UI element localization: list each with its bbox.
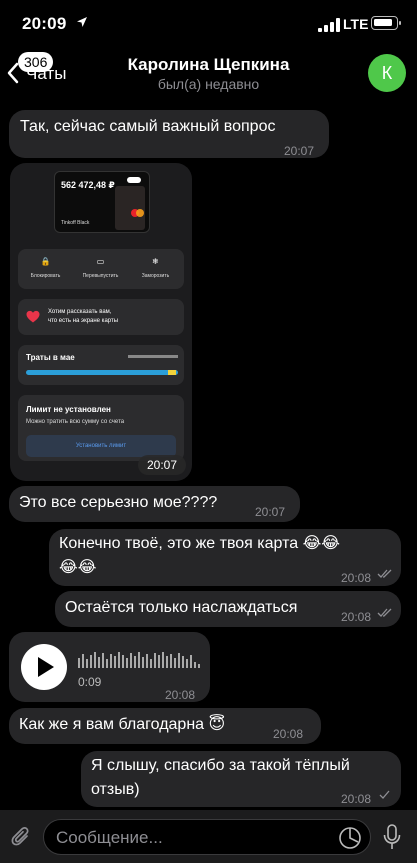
- chat-header: Чаты 306 Каролина Щепкина был(а) недавно…: [0, 48, 417, 100]
- message-time: 20:08: [273, 727, 304, 741]
- read-checkmarks-icon: [377, 569, 392, 578]
- heart-icon: [26, 310, 40, 323]
- lock-icon: 🔒: [40, 257, 51, 266]
- waveform: [78, 652, 200, 668]
- limit-subtitle: Можно тратить всю сумму со счета: [26, 419, 125, 425]
- message-input-placeholder: Сообщение...: [56, 828, 163, 847]
- message-bubble-incoming[interactable]: Как же я вам благодарна 😇 20:08: [9, 708, 321, 744]
- spending-panel: Траты в мае: [18, 345, 184, 385]
- card-name: Tinkoff Black: [61, 220, 90, 226]
- reissue-card-action: ▭ Перевыпустить: [73, 249, 128, 289]
- message-bubble-outgoing[interactable]: Я слышу, спасибо за такой тёплый отзыв) …: [81, 751, 401, 807]
- message-bubble-outgoing[interactable]: Остаётся только наслаждаться 20:08: [55, 591, 401, 627]
- spending-bar: [26, 370, 178, 375]
- redacted-amount: [128, 355, 178, 358]
- block-card-action: 🔒 Блокировать: [18, 249, 73, 289]
- message-text-line2: отзыв): [91, 781, 140, 798]
- message-time: 20:08: [165, 688, 196, 702]
- read-checkmark-icon: [379, 790, 390, 799]
- image-time: 20:07: [138, 455, 186, 475]
- message-text-line2: 😂😂: [59, 559, 97, 576]
- info-banner: Хотим рассказать вам, что есть на экране…: [18, 299, 184, 335]
- set-limit-button: Установить лимит: [26, 435, 176, 457]
- sticker-icon[interactable]: [338, 826, 362, 850]
- attach-paperclip-icon[interactable]: [10, 825, 32, 849]
- message-time: 20:07: [284, 144, 315, 158]
- limit-title: Лимит не установлен: [26, 405, 111, 414]
- voice-message[interactable]: 0:09 20:08: [9, 632, 210, 702]
- avatar[interactable]: К: [368, 54, 406, 92]
- location-arrow-icon: [77, 17, 87, 27]
- message-time: 20:08: [341, 610, 372, 624]
- play-icon: [38, 657, 54, 677]
- message-bubble-incoming[interactable]: Так, сейчас самый важный вопрос 20:07: [9, 110, 329, 158]
- message-image[interactable]: 562 472,48 ₽ Tinkoff Black 🔒 Блокировать…: [10, 163, 192, 481]
- message-bubble-outgoing[interactable]: Конечно твоё, это же твоя карта 😂😂 😂😂 20…: [49, 529, 401, 586]
- card-reissue-icon: ▭: [96, 257, 105, 266]
- card-actions-panel: 🔒 Блокировать ▭ Перевыпустить ❄ Заморози…: [18, 249, 184, 289]
- chat-title[interactable]: Каролина Щепкина: [0, 55, 417, 75]
- message-text: Так, сейчас самый важный вопрос: [20, 118, 276, 135]
- message-text: Как же я вам благодарна 😇: [19, 716, 226, 733]
- message-time: 20:08: [341, 571, 372, 585]
- message-text: Остаётся только наслаждаться: [65, 599, 298, 616]
- network-type: LTE: [343, 16, 369, 32]
- limit-panel: Лимит не установлен Можно тратить всю су…: [18, 395, 184, 461]
- status-time: 20:09: [22, 14, 67, 33]
- freeze-card-action: ❄ Заморозить: [128, 249, 183, 289]
- message-text: Это все серьезно мое????: [19, 494, 218, 511]
- card-artwork: [115, 186, 145, 230]
- spending-title: Траты в мае: [26, 353, 75, 362]
- composer-bar: Сообщение...: [0, 810, 417, 863]
- microphone-icon[interactable]: [383, 824, 401, 850]
- battery-icon: [371, 16, 401, 30]
- status-bar: 20:09 LTE: [0, 0, 417, 48]
- cellular-signal-icon: [318, 18, 340, 32]
- message-bubble-incoming[interactable]: Это все серьезно мое???? 20:07: [9, 486, 300, 522]
- play-button[interactable]: [21, 644, 67, 690]
- chat-last-seen: был(а) недавно: [157, 76, 260, 92]
- message-text: Конечно твоё, это же твоя карта 😂😂: [59, 535, 340, 552]
- voice-duration: 0:09: [78, 675, 102, 689]
- card-balance: 562 472,48 ₽: [61, 180, 115, 190]
- snowflake-icon: ❄: [152, 257, 159, 266]
- message-input[interactable]: Сообщение...: [43, 819, 371, 855]
- message-time: 20:07: [255, 505, 286, 519]
- message-time: 20:08: [341, 792, 372, 806]
- message-text: Я слышу, спасибо за такой тёплый: [91, 757, 350, 774]
- bank-card: 562 472,48 ₽ Tinkoff Black: [54, 171, 150, 233]
- read-checkmarks-icon: [377, 608, 392, 617]
